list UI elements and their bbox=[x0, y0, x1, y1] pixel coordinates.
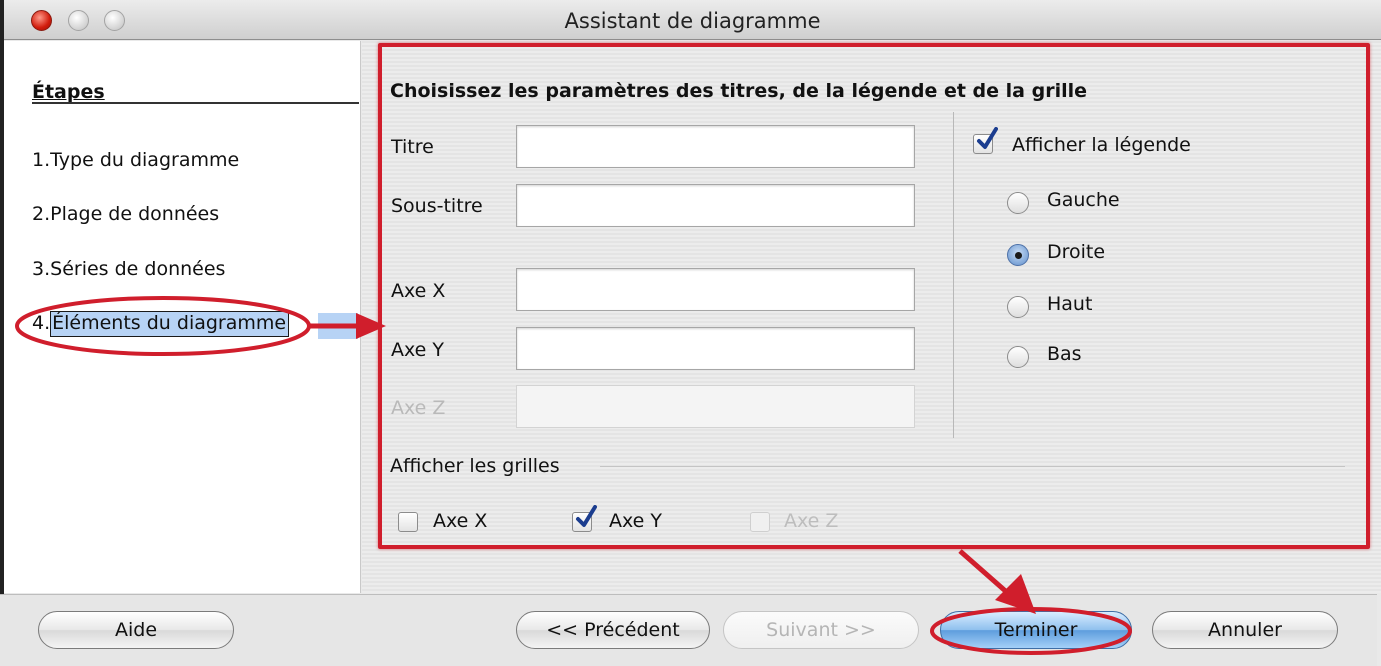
step-number: 3. bbox=[32, 258, 51, 280]
title-bar[interactable]: Assistant de diagramme bbox=[4, 0, 1381, 40]
step-number: 2. bbox=[32, 203, 51, 225]
step-label: Plage de données bbox=[50, 203, 220, 225]
step-chart-elements[interactable]: 4. Éléments du diagramme bbox=[32, 311, 290, 337]
next-button: Suivant >> bbox=[723, 611, 919, 649]
steps-heading: Étapes bbox=[32, 81, 105, 103]
step-label: Éléments du diagramme bbox=[50, 311, 290, 337]
step-label: Type du diagramme bbox=[50, 149, 240, 171]
previous-button[interactable]: << Précédent bbox=[516, 611, 710, 649]
annotation-highlight-box bbox=[378, 43, 1370, 549]
step-data-series[interactable]: 3.Séries de données bbox=[32, 258, 225, 280]
selection-highlight bbox=[318, 313, 358, 339]
finish-button[interactable]: Terminer bbox=[940, 611, 1132, 649]
step-chart-type[interactable]: 1.Type du diagramme bbox=[32, 149, 239, 171]
step-number: 4. bbox=[32, 312, 51, 334]
steps-sidebar: Étapes 1.Type du diagramme 2.Plage de do… bbox=[4, 41, 361, 593]
window-title: Assistant de diagramme bbox=[564, 9, 821, 33]
step-data-range[interactable]: 2.Plage de données bbox=[32, 203, 219, 225]
help-button[interactable]: Aide bbox=[38, 611, 234, 649]
step-number: 1. bbox=[32, 149, 51, 171]
steps-divider bbox=[32, 102, 359, 104]
cancel-button[interactable]: Annuler bbox=[1152, 611, 1338, 649]
step-label: Séries de données bbox=[50, 258, 226, 280]
